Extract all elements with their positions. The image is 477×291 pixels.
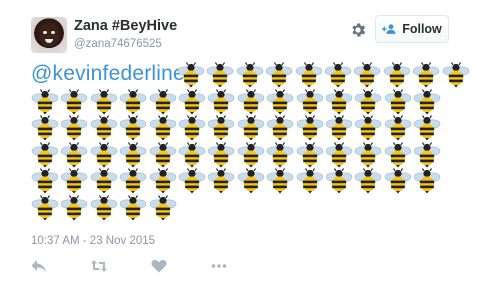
bee-emoji — [325, 168, 353, 194]
mention-link[interactable]: @kevinfederline — [31, 62, 185, 86]
bee-emoji — [90, 115, 118, 141]
bee-emoji — [296, 88, 324, 115]
bee-emoji — [60, 88, 88, 115]
bee-emoji — [354, 115, 382, 141]
bee-emoji — [119, 88, 147, 115]
bee-emoji — [31, 115, 59, 141]
bee-emoji — [442, 62, 470, 88]
bee-emoji — [237, 115, 265, 141]
gear-icon[interactable] — [349, 21, 367, 39]
follow-button[interactable]: Follow — [375, 15, 449, 43]
add-user-icon — [382, 24, 396, 34]
bee-emoji — [296, 168, 324, 194]
follow-button-label: Follow — [402, 22, 442, 36]
bee-emoji — [383, 62, 411, 88]
more-dots-icon[interactable] — [211, 259, 227, 273]
retweet-icon[interactable] — [91, 259, 107, 273]
bee-emoji — [266, 141, 294, 168]
user-fullname[interactable]: Zana #BeyHive — [74, 18, 177, 34]
avatar-eye — [43, 31, 47, 34]
bee-emoji — [178, 115, 206, 141]
bee-emoji — [266, 115, 294, 141]
bee-emoji — [60, 141, 88, 168]
bee-emoji — [237, 141, 265, 168]
tweet-card: Zana #BeyHive @zana74676525 Follow @kevi… — [0, 0, 477, 291]
bee-emoji — [384, 115, 412, 141]
user-username[interactable]: @zana74676525 — [74, 38, 162, 50]
bee-emoji — [149, 88, 177, 115]
bee-emoji — [149, 194, 177, 221]
bee-emoji — [265, 62, 293, 88]
bee-emoji — [237, 168, 265, 194]
bee-emoji — [119, 168, 147, 194]
bee-emoji — [177, 62, 205, 88]
bee-emoji — [178, 168, 206, 194]
bee-emoji — [206, 62, 234, 88]
avatar-face — [40, 23, 58, 47]
bee-emoji — [237, 88, 265, 115]
bee-emoji — [178, 88, 206, 115]
bee-emoji — [119, 141, 147, 168]
bee-emoji — [90, 88, 118, 115]
bee-emoji — [412, 62, 440, 88]
bee-emoji — [266, 88, 294, 115]
bee-emoji — [413, 168, 441, 194]
bee-emoji — [31, 88, 59, 115]
bee-emoji — [354, 88, 382, 115]
bee-emoji — [31, 141, 59, 168]
bee-emoji — [353, 62, 381, 88]
bee-emoji — [325, 115, 353, 141]
bee-emoji — [149, 115, 177, 141]
bee-emoji — [207, 115, 235, 141]
bee-emoji — [354, 168, 382, 194]
bee-emoji — [354, 141, 382, 168]
bee-emoji — [207, 168, 235, 194]
bee-emoji — [60, 115, 88, 141]
bee-emoji — [325, 141, 353, 168]
bee-emoji — [31, 168, 59, 194]
bee-emoji — [149, 141, 177, 168]
tweet-timestamp[interactable]: 10:37 AM - 23 Nov 2015 — [31, 235, 155, 247]
bee-emoji — [119, 115, 147, 141]
bee-emoji — [266, 168, 294, 194]
avatar-mouth — [45, 39, 53, 43]
bee-emoji — [90, 168, 118, 194]
avatar[interactable] — [31, 17, 67, 53]
bee-emoji — [236, 62, 264, 88]
bee-emoji — [296, 141, 324, 168]
bee-emoji — [60, 168, 88, 194]
heart-icon[interactable] — [151, 259, 167, 273]
bee-emoji — [90, 194, 118, 221]
bee-emoji — [295, 62, 323, 88]
bee-emoji — [31, 194, 59, 221]
bee-emoji — [60, 194, 88, 221]
bee-emoji — [384, 141, 412, 168]
bee-emoji — [178, 141, 206, 168]
bee-emoji — [149, 168, 177, 194]
avatar-eye — [51, 31, 55, 34]
bee-emoji — [119, 194, 147, 221]
bee-emoji — [413, 115, 441, 141]
bee-emoji — [325, 88, 353, 115]
bee-emoji — [413, 88, 441, 115]
bee-emoji — [207, 88, 235, 115]
bee-emoji — [324, 62, 352, 88]
bee-emoji — [384, 168, 412, 194]
bee-emoji — [413, 141, 441, 168]
bee-emoji — [90, 141, 118, 168]
bee-emoji — [384, 88, 412, 115]
bee-emoji — [207, 141, 235, 168]
reply-icon[interactable] — [31, 259, 47, 273]
bee-emoji — [296, 115, 324, 141]
